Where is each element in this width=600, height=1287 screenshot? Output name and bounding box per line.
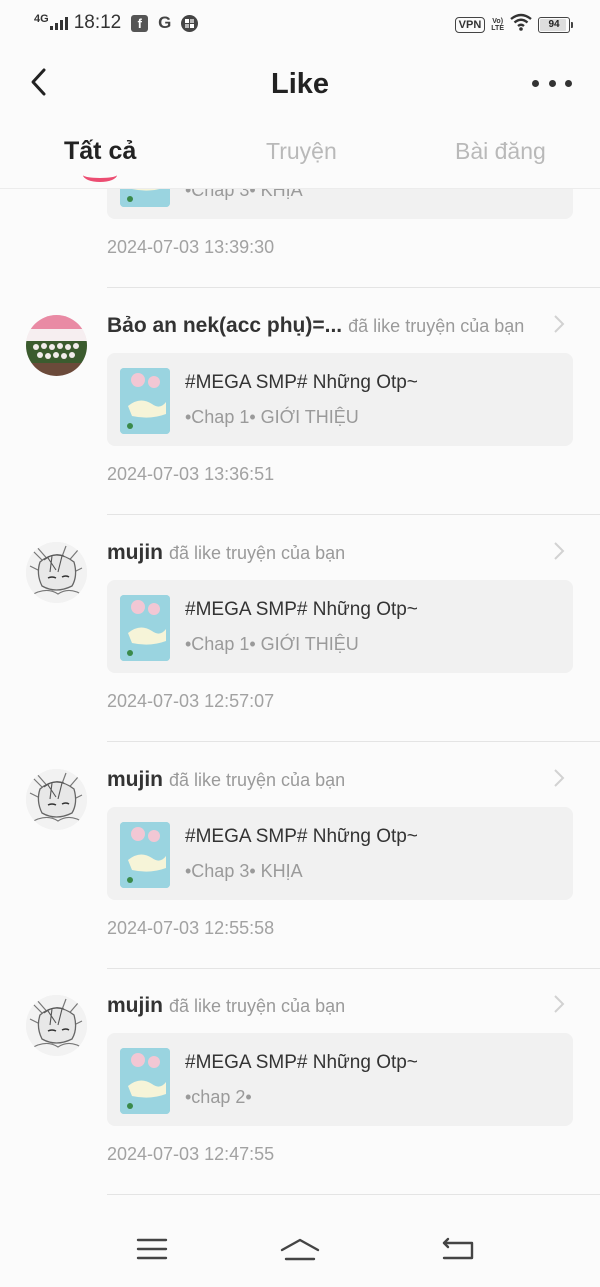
network-type: 4G [34,12,49,25]
divider [107,968,600,969]
divider [107,741,600,742]
story-card[interactable]: #MEGA SMP# Những Otp~ •chap 2• [107,1033,573,1126]
battery-level: 94 [548,19,560,30]
username[interactable]: mujin [107,994,163,1017]
story-title: #MEGA SMP# Những Otp~ [185,826,418,847]
username[interactable]: mujin [107,541,163,564]
back-icon [442,1237,474,1260]
story-thumbnail [120,368,170,434]
story-card[interactable]: #MEGA SMP# Những Otp~ •Chap 1• GIỚI THIỆ… [107,580,573,673]
story-title: #MEGA SMP# Những Otp~ [185,599,418,620]
notification-text: mujin đã like truyện của bạn [107,994,560,1018]
story-card[interactable]: #MEGA SMP# Những Otp~ •Chap 1• GIỚI THIỆ… [107,353,573,446]
app-header: Like [0,46,600,126]
like-notification-list[interactable]: •Chap 3• KHỊA 2024-07-03 13:39:30 Bảo an… [0,188,600,1208]
timestamp: 2024-07-03 12:55:58 [107,918,275,938]
home-icon [280,1238,320,1261]
tab-bar: Tất cả Truyện Bài đăng [0,130,600,188]
battery-icon: 94 [538,16,573,33]
story-chapter: •chap 2• [185,1087,252,1107]
timestamp: 2024-07-03 13:36:51 [107,464,275,484]
notification-text: Bảo an nek(acc phụ)=... đã like truyện củ… [107,314,560,338]
story-chapter: •Chap 3• KHỊA [185,861,303,881]
story-card[interactable]: •Chap 3• KHỊA [107,188,573,219]
g-icon: G [158,13,172,32]
user-avatar[interactable] [26,542,87,603]
divider [107,514,600,515]
volte-icon: Vo) LTE [491,17,504,32]
system-back-button[interactable] [436,1234,480,1264]
story-chapter: •Chap 1• GIỚI THIỆU [185,407,359,427]
user-avatar[interactable] [26,769,87,830]
chevron-right-icon[interactable] [552,541,566,561]
tab-all[interactable]: Tất cả [64,137,136,166]
user-avatar[interactable] [26,995,87,1056]
story-thumbnail [120,1048,170,1114]
notification-text: mujin đã like truyện của bạn [107,768,560,792]
system-nav-bar [0,1208,600,1287]
recent-apps-button[interactable] [130,1234,174,1264]
username[interactable]: Bảo an nek(acc phụ)=... [107,314,342,337]
story-thumbnail [120,188,170,207]
action-text: đã like truyện của bạn [169,996,346,1016]
more-options-button[interactable] [532,71,572,95]
story-card[interactable]: #MEGA SMP# Những Otp~ •Chap 3• KHỊA [107,807,573,900]
story-chapter: •Chap 3• KHỊA [185,188,303,200]
signal-strength-icon [49,16,68,30]
home-button[interactable] [278,1234,322,1264]
page-title: Like [270,68,330,100]
story-thumbnail [120,595,170,661]
story-title: #MEGA SMP# Những Otp~ [185,1052,418,1073]
action-text: đã like truyện của bạn [169,770,346,790]
tab-stories[interactable]: Truyện [266,138,337,165]
divider [107,287,600,288]
status-bar: 4G 18:12 f G VPN Vo) LTE 94 [0,0,600,46]
chevron-right-icon[interactable] [552,994,566,1014]
wifi-icon [510,13,532,36]
tab-posts[interactable]: Bài đăng [455,138,546,165]
vpn-badge: VPN [454,16,486,33]
active-tab-indicator [83,168,117,182]
user-avatar[interactable] [26,315,87,376]
circle-app-icon [181,14,199,32]
chevron-right-icon[interactable] [552,768,566,788]
more-dots-icon [532,79,539,87]
status-bar-left: 4G 18:12 f G [34,12,206,34]
clock: 18:12 [73,12,122,33]
notification-text: mujin đã like truyện của bạn [107,541,560,565]
facebook-icon: f [131,14,149,32]
story-title: #MEGA SMP# Những Otp~ [185,372,418,393]
chevron-right-icon[interactable] [552,314,566,334]
timestamp: 2024-07-03 12:47:55 [107,1144,275,1164]
menu-icon [136,1238,168,1260]
status-bar-right: VPN Vo) LTE 94 [454,13,573,36]
username[interactable]: mujin [107,768,163,791]
story-thumbnail [120,822,170,888]
timestamp: 2024-07-03 12:57:07 [107,691,275,711]
divider [107,1194,600,1195]
timestamp: 2024-07-03 13:39:30 [107,237,275,257]
action-text: đã like truyện của bạn [348,316,525,336]
story-chapter: •Chap 1• GIỚI THIỆU [185,634,359,654]
action-text: đã like truyện của bạn [169,543,346,563]
